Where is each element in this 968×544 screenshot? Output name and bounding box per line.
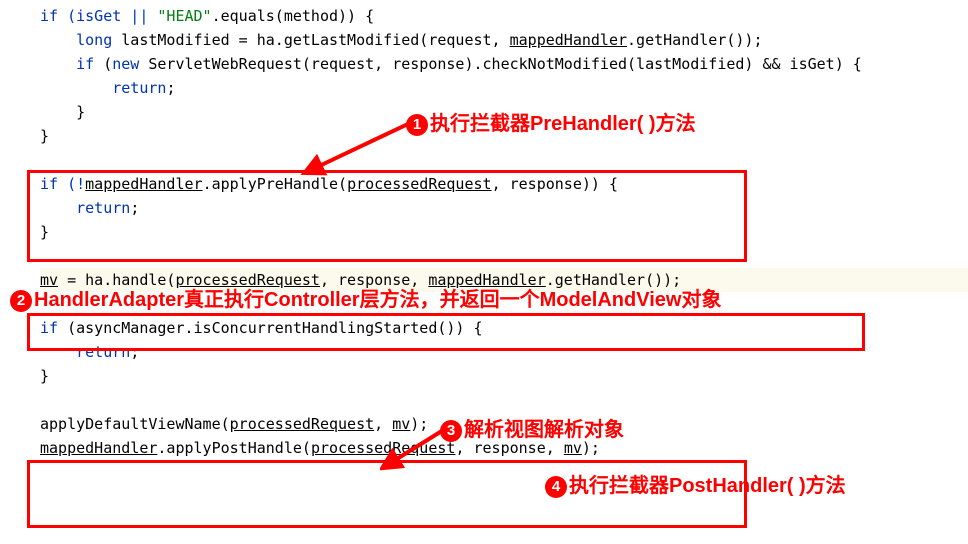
code-line-3: if (new ServletWebRequest(request, respo… — [40, 55, 862, 73]
annotation-1-text: 执行拦截器PreHandler( )方法 — [430, 113, 696, 135]
badge-4: 4 — [545, 476, 567, 498]
badge-1: 1 — [406, 114, 428, 136]
highlight-box-1 — [27, 170, 747, 262]
code-line-16: } — [40, 367, 49, 385]
code-line-5: } — [40, 103, 85, 121]
code-line-1: if (isGet || "HEAD".equals(method)) { — [40, 7, 374, 25]
annotation-3: 3解析视图解析对象 — [440, 414, 624, 446]
annotation-4: 4执行拦截器PostHandler( )方法 — [545, 470, 846, 502]
code-line-4: return; — [40, 79, 175, 97]
annotation-3-text: 解析视图解析对象 — [464, 419, 624, 441]
annotation-1: 1执行拦截器PreHandler( )方法 — [406, 108, 696, 140]
highlight-box-2 — [27, 313, 865, 351]
code-line-2: long lastModified = ha.getLastModified(r… — [40, 31, 762, 49]
code-line-6: } — [40, 127, 49, 145]
annotation-2: 2HandlerAdapter真正执行Controller层方法，并返回一个Mo… — [10, 284, 721, 316]
annotation-4-text: 执行拦截器PostHandler( )方法 — [569, 475, 846, 497]
code-line-18: applyDefaultViewName(processedRequest, m… — [40, 415, 428, 433]
badge-3: 3 — [440, 420, 462, 442]
annotation-2-text: HandlerAdapter真正执行Controller层方法，并返回一个Mod… — [34, 289, 721, 311]
badge-2: 2 — [10, 290, 32, 312]
